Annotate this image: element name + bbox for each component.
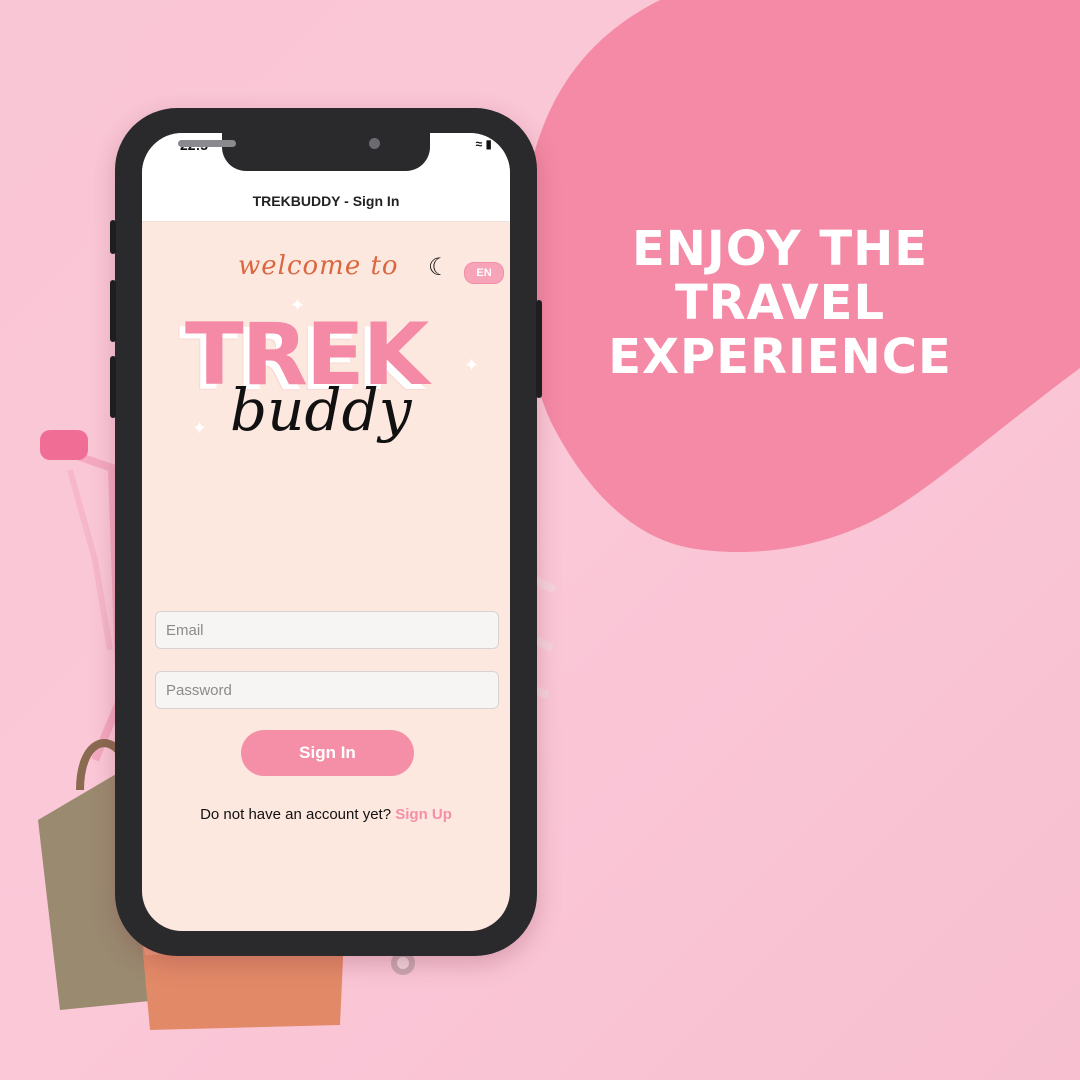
wifi-icon: ≈ (475, 137, 483, 151)
phone-mockup: 22:5 ≈ ▮ TREKBUDDY - Sign In welcome to … (110, 108, 542, 956)
headline-line-1: ENJOY THE (631, 221, 929, 277)
signup-prompt-text: Do not have an account yet? (200, 806, 392, 823)
signup-prompt-line: Do not have an account yet? Sign Up (142, 806, 510, 823)
speaker-grille (178, 140, 236, 147)
sparkle-icon: ✦ (192, 418, 208, 438)
sparkle-icon: ✦ (464, 355, 480, 375)
headline-line-2: TRAVEL (674, 275, 886, 331)
volume-up-button (110, 280, 116, 342)
headline-line-3: EXPERIENCE (608, 329, 952, 385)
phone-notch (222, 131, 430, 171)
volume-down-button (110, 356, 116, 418)
logo-buddy: buddy (230, 376, 412, 444)
promo-headline: ENJOY THE TRAVEL EXPERIENCE (560, 222, 1000, 384)
front-camera (369, 138, 380, 149)
password-input[interactable] (156, 672, 510, 708)
phone-screen: 22:5 ≈ ▮ TREKBUDDY - Sign In welcome to … (142, 133, 510, 931)
welcome-text: welcome to (238, 251, 399, 281)
email-input[interactable] (156, 612, 510, 648)
status-icons: ≈ ▮ (475, 137, 492, 151)
email-field[interactable] (155, 611, 510, 649)
nav-title: TREKBUDDY - Sign In (252, 193, 400, 209)
sign-in-button[interactable]: Sign In (241, 730, 414, 776)
language-toggle[interactable]: EN (464, 262, 504, 284)
power-button (536, 300, 542, 398)
mute-switch (110, 220, 116, 254)
password-field[interactable] (155, 671, 510, 709)
battery-icon: ▮ (485, 137, 492, 151)
sign-up-link[interactable]: Sign Up (395, 806, 452, 823)
moon-icon[interactable]: ☾ (428, 253, 450, 282)
